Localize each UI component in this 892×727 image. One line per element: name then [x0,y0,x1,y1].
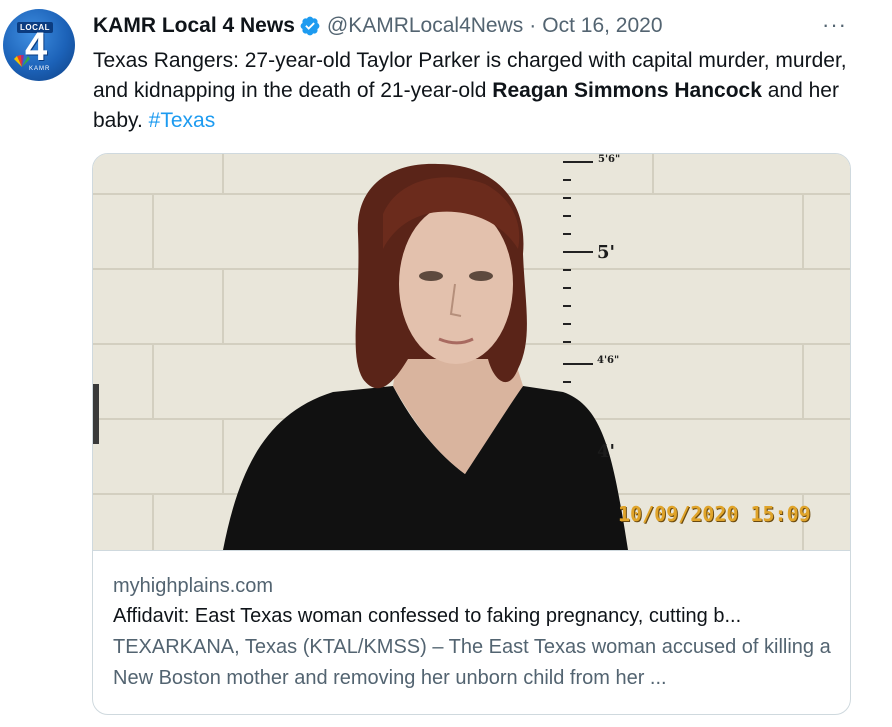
header-separator: · [529,14,537,37]
avatar[interactable]: LOCAL 4 KAMR [3,9,75,81]
card-title: Affidavit: East Texas woman confessed to… [113,605,742,627]
tweet-text: Texas Rangers: 27-year-old Taylor Parker… [93,46,853,136]
card-photo[interactable]: 5'6" 5' 4'6" 4' 10/09/2020 15:09 [93,154,850,551]
ruler-label-mid: 5' [597,242,616,263]
card-body[interactable]: myhighplains.com Affidavit: East Texas w… [113,572,833,694]
card-description: TEXARKANA, Texas (KTAL/KMSS) – The East … [113,636,831,689]
card-domain: myhighplains.com [113,575,274,597]
ruler-label-low: 4'6" [597,355,620,366]
verified-badge-icon [300,16,320,36]
tweet-header: KAMR Local 4 News @KAMRLocal4News · Oct … [93,14,663,38]
ruler-label-bottom: 4' [597,441,616,462]
more-options-icon[interactable]: ··· [822,12,847,38]
mugshot-image [93,154,850,550]
ruler-label-top: 5'6" [598,154,621,165]
link-preview-card[interactable]: 5'6" 5' 4'6" 4' 10/09/2020 15:09 myhighp… [92,153,851,715]
avatar-station: KAMR [29,66,51,72]
author-name[interactable]: KAMR Local 4 News [93,14,295,38]
tweet[interactable]: LOCAL 4 KAMR KAMR Local 4 News @KAMRLoca… [0,0,892,727]
author-handle[interactable]: @KAMRLocal4News [327,14,523,38]
tweet-text-bold: Reagan Simmons Hancock [492,79,762,102]
tweet-date[interactable]: Oct 16, 2020 [542,14,662,38]
photo-timestamp: 10/09/2020 15:09 [618,502,811,526]
hashtag-link[interactable]: #Texas [149,109,216,132]
